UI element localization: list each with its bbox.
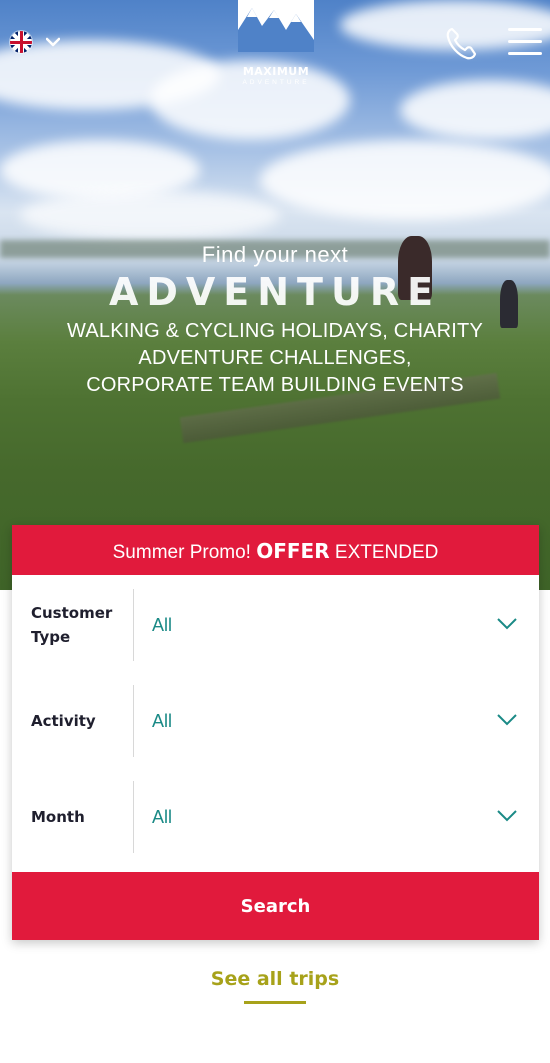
- promo-prefix: Summer Promo!: [112, 542, 251, 563]
- divider: [133, 781, 134, 853]
- hero-banner: MAXIMUM ADVENTURE Find your next ADVENTU…: [0, 0, 550, 590]
- promo-banner[interactable]: Summer Promo! OFFER EXTENDED: [12, 525, 539, 575]
- language-selector[interactable]: [10, 31, 60, 53]
- hero-headline: ADVENTURE: [108, 270, 442, 314]
- mountain-logo-icon: [238, 0, 314, 52]
- cloud: [260, 140, 550, 220]
- uk-flag-icon: [10, 31, 32, 53]
- hero-subline: ADVENTURE CHALLENGES,: [138, 347, 412, 369]
- divider: [133, 685, 134, 757]
- hero-subline: WALKING & CYCLING HOLIDAYS, CHARITY: [67, 320, 483, 342]
- see-all-trips-link[interactable]: See all trips: [211, 968, 339, 996]
- customer-type-select[interactable]: Customer Type All: [12, 585, 539, 665]
- filter-label: Month: [31, 808, 85, 826]
- hero-tagline: Find your next ADVENTURE WALKING & CYCLI…: [0, 242, 550, 399]
- filter-label: Activity: [31, 712, 96, 730]
- see-all-trips: See all trips: [0, 968, 550, 1004]
- hamburger-menu-icon[interactable]: [508, 28, 542, 60]
- brand-logo[interactable]: MAXIMUM ADVENTURE: [236, 0, 316, 90]
- link-underline: [244, 1001, 306, 1004]
- chevron-down-icon: [497, 618, 517, 630]
- logo-subtitle: ADVENTURE: [242, 79, 310, 86]
- phone-icon[interactable]: [444, 26, 478, 62]
- filter-value: All: [152, 710, 173, 731]
- trip-search-card: Summer Promo! OFFER EXTENDED Customer Ty…: [12, 525, 539, 940]
- activity-select[interactable]: Activity All: [12, 681, 539, 761]
- hero-subline: CORPORATE TEAM BUILDING EVENTS: [86, 374, 464, 396]
- promo-highlight: OFFER: [256, 539, 330, 563]
- filter-value: All: [152, 806, 173, 827]
- cloud: [20, 190, 280, 240]
- chevron-down-icon: [46, 37, 60, 47]
- filter-label: Customer Type: [31, 604, 113, 646]
- logo-name: MAXIMUM: [242, 65, 310, 78]
- month-select[interactable]: Month All: [12, 777, 539, 857]
- filter-value: All: [152, 614, 173, 635]
- search-button[interactable]: Search: [12, 872, 539, 940]
- divider: [133, 589, 134, 661]
- top-bar: MAXIMUM ADVENTURE: [0, 0, 550, 90]
- promo-suffix: EXTENDED: [334, 542, 439, 563]
- chevron-down-icon: [497, 714, 517, 726]
- chevron-down-icon: [497, 810, 517, 822]
- hero-kicker: Find your next: [201, 242, 349, 267]
